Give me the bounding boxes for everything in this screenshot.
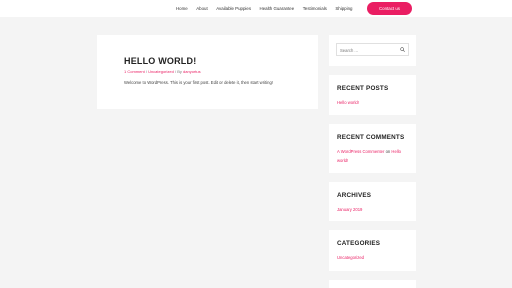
post-author-link[interactable]: danyortus (183, 69, 201, 74)
recent-comments-heading: RECENT COMMENTS (337, 134, 405, 141)
main-nav: Home About Available Puppies Health Guar… (176, 0, 361, 17)
categories-widget: CATEGORIES Uncategorized (329, 230, 416, 271)
site-header: Home About Available Puppies Health Guar… (0, 0, 512, 17)
nav-about[interactable]: About (196, 0, 207, 17)
archives-heading: ARCHIVES (337, 192, 372, 199)
post-excerpt: Welcome to WordPress. This is your first… (124, 80, 273, 85)
post-meta: 1 Comment / Uncategorized / By danyortus (124, 69, 201, 74)
post-card: HELLO WORLD! 1 Comment / Uncategorized /… (97, 35, 318, 109)
archive-link[interactable]: January 2019 (337, 207, 362, 212)
category-link[interactable]: Uncategorized (337, 255, 364, 260)
recent-posts-heading: RECENT POSTS (337, 85, 389, 92)
nav-available-puppies[interactable]: Available Puppies (216, 0, 251, 17)
nav-health-guarantee[interactable]: Health Guarantee (260, 0, 295, 17)
search-widget (329, 35, 416, 66)
categories-heading: CATEGORIES (337, 240, 381, 247)
post-title[interactable]: HELLO WORLD! (124, 56, 196, 66)
widget-partial (329, 280, 416, 288)
recent-posts-widget: RECENT POSTS Hello world! (329, 75, 416, 115)
comment-connector: on (385, 149, 391, 154)
search-input[interactable] (337, 44, 401, 56)
post-comments-link[interactable]: 1 Comment (124, 69, 145, 74)
meta-separator: / (145, 69, 147, 74)
recent-post-link[interactable]: Hello world! (337, 100, 359, 105)
search-icon[interactable] (400, 47, 405, 52)
search-form (336, 43, 409, 56)
post-author-prefix: By (177, 69, 182, 74)
recent-comments-widget: RECENT COMMENTS A WordPress Commenter on… (329, 124, 416, 173)
nav-shipping[interactable]: Shipping (335, 0, 352, 17)
comment-author-link[interactable]: A WordPress Commenter (337, 149, 384, 154)
meta-separator: / (174, 69, 177, 74)
recent-comment-item: A WordPress Commenter on Hello world! (337, 147, 411, 165)
post-category-link[interactable]: Uncategorized (148, 69, 174, 74)
nav-home[interactable]: Home (176, 0, 188, 17)
contact-us-button[interactable]: Contact us (367, 2, 412, 15)
nav-testimonials[interactable]: Testimonials (303, 0, 327, 17)
archives-widget: ARCHIVES January 2019 (329, 182, 416, 221)
